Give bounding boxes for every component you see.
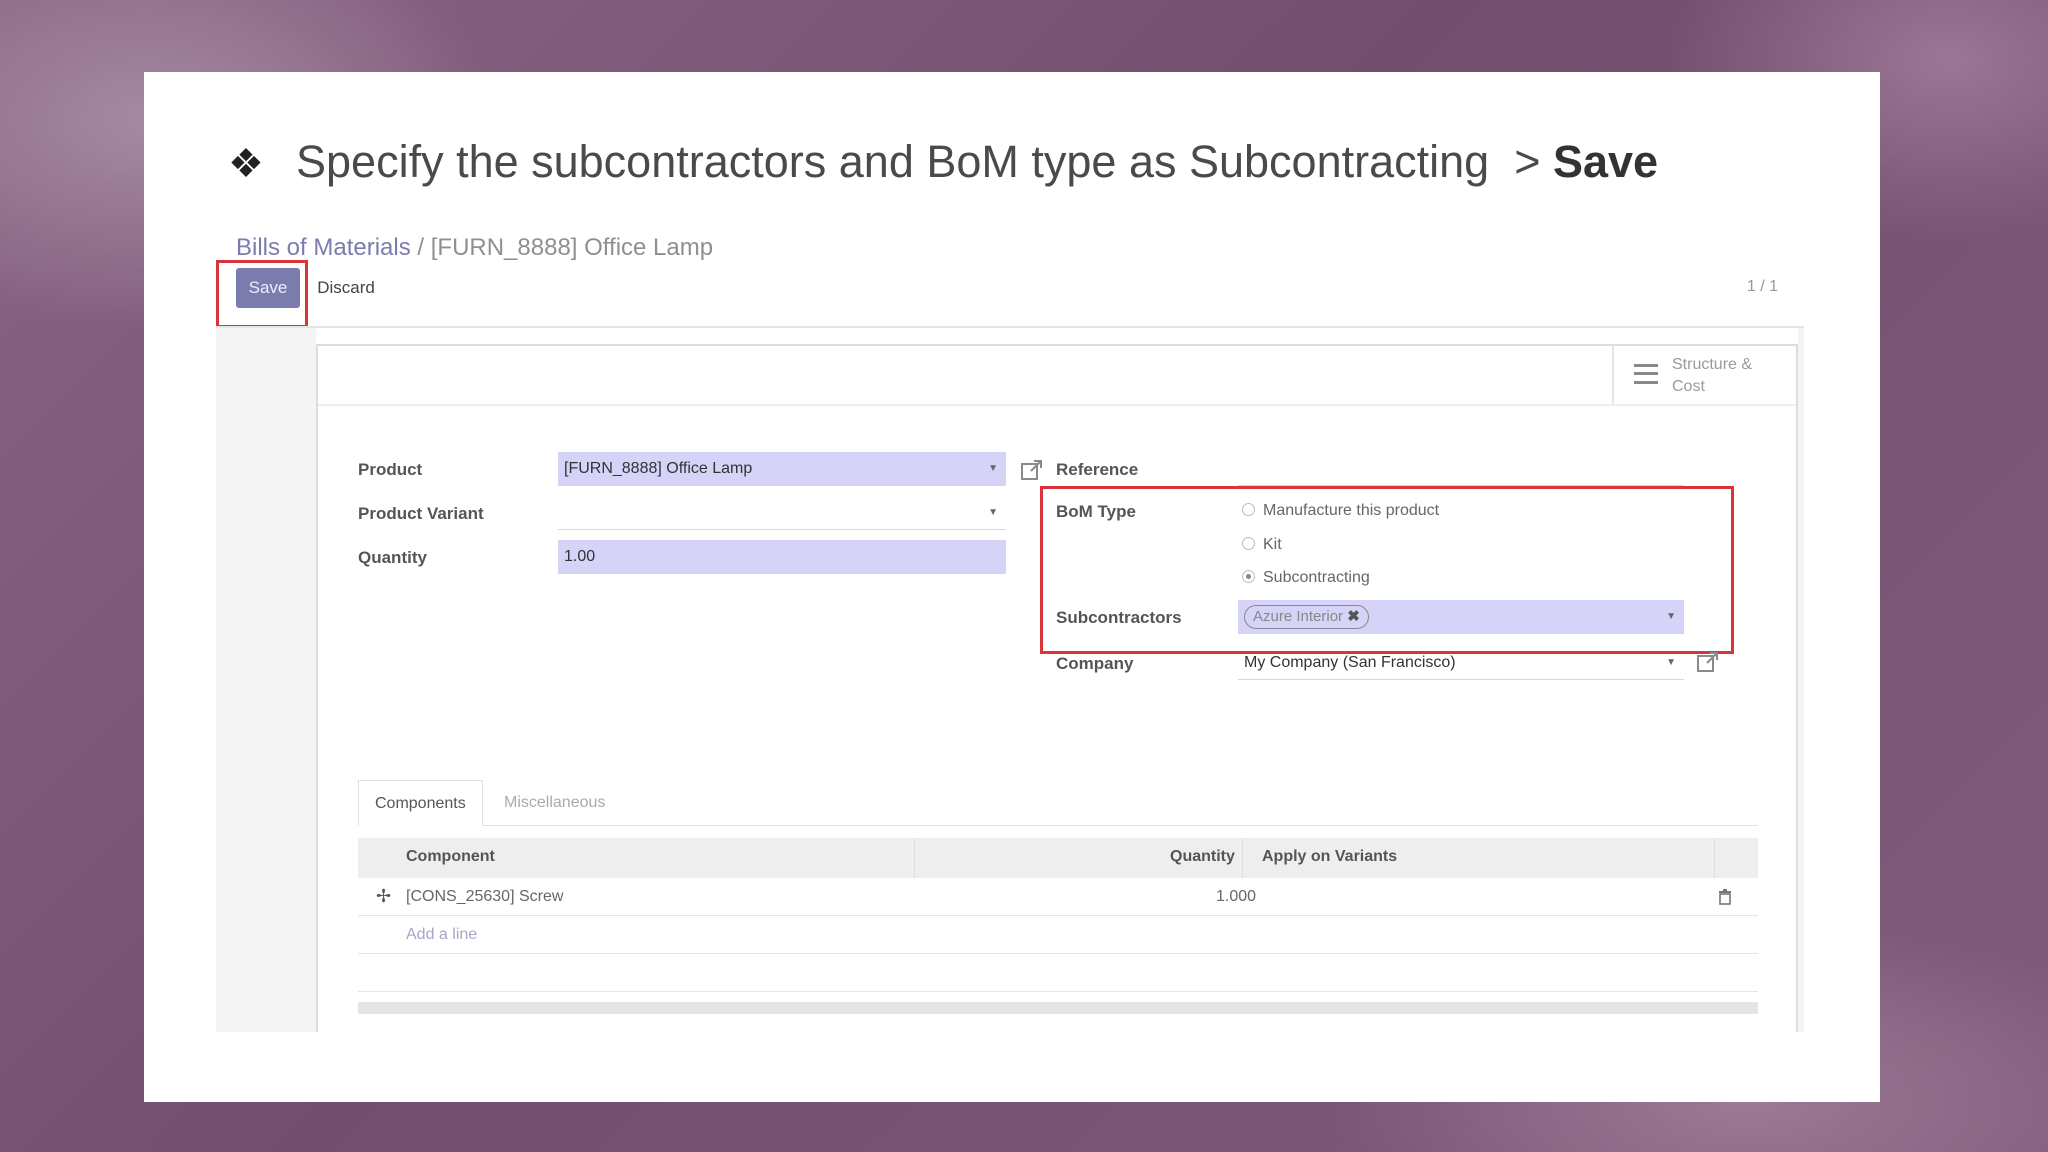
header-component[interactable]: Component (406, 848, 495, 866)
bom-highlight-box (1040, 486, 1734, 654)
button-box: Structure & Cost (318, 346, 1796, 406)
product-variant-label: Product Variant (358, 504, 484, 523)
table-row[interactable]: ✢ [CONS_25630] Screw 1.000 (358, 878, 1758, 916)
column-divider (914, 838, 915, 878)
company-field[interactable]: My Company (San Francisco) ▼ (1238, 646, 1684, 680)
tab-miscellaneous[interactable]: Miscellaneous (488, 780, 621, 826)
divider (216, 326, 1804, 328)
empty-row (358, 954, 1758, 992)
table-footer (358, 1002, 1758, 1014)
add-line-link[interactable]: Add a line (406, 926, 477, 944)
breadcrumb-current: [FURN_8888] Office Lamp (430, 234, 714, 261)
product-field[interactable]: [FURN_8888] Office Lamp ▼ (558, 452, 1006, 486)
column-divider (1714, 838, 1715, 878)
save-highlight-box (216, 260, 308, 328)
left-margin (216, 328, 316, 1032)
tab-components[interactable]: Components (358, 780, 483, 826)
table-header: Component Quantity Apply on Variants (358, 838, 1758, 878)
slide: ❖ Specify the subcontractors and BoM type… (144, 72, 1880, 1102)
external-link-icon[interactable] (1020, 458, 1044, 482)
title-text: Specify the subcontractors and BoM type … (296, 136, 1490, 187)
slide-title: ❖ Specify the subcontractors and BoM type… (228, 136, 1658, 188)
notebook-tabs: Components Miscellaneous (358, 780, 1758, 826)
right-margin (1798, 328, 1804, 1032)
component-cell[interactable]: [CONS_25630] Screw (406, 888, 563, 906)
column-divider (1242, 838, 1243, 878)
structure-cost-label-2: Cost (1672, 378, 1705, 395)
title-arrow: > (1514, 136, 1541, 187)
company-value: My Company (San Francisco) (1244, 654, 1456, 671)
external-link-icon[interactable] (1696, 650, 1720, 674)
discard-button[interactable]: Discard (304, 268, 388, 308)
reference-field[interactable] (1238, 452, 1684, 486)
breadcrumb-parent[interactable]: Bills of Materials (236, 234, 411, 261)
company-label: Company (1056, 654, 1134, 673)
bars-icon (1634, 364, 1658, 384)
add-line-row: Add a line (358, 916, 1758, 954)
drag-handle-icon[interactable]: ✢ (376, 886, 391, 907)
pager[interactable]: 1 / 1 (1747, 278, 1778, 296)
quantity-field[interactable]: 1.00 (558, 540, 1006, 574)
chevron-down-icon[interactable]: ▼ (988, 496, 998, 530)
reference-label: Reference (1056, 460, 1139, 479)
product-variant-field[interactable]: ▼ (558, 496, 1006, 530)
product-label: Product (358, 460, 423, 479)
header-apply-on-variants[interactable]: Apply on Variants (1262, 848, 1397, 866)
structure-cost-button[interactable]: Structure & Cost (1612, 346, 1796, 404)
product-value: [FURN_8888] Office Lamp (564, 460, 753, 477)
form-sheet: Structure & Cost Product [FURN_8888] Off… (316, 344, 1798, 1032)
title-bold: Save (1552, 136, 1659, 187)
breadcrumb-separator: / (417, 234, 425, 261)
structure-cost-label-1: Structure & (1672, 356, 1753, 373)
header-quantity[interactable]: Quantity (1170, 848, 1235, 866)
breadcrumb: Bills of Materials / [FURN_8888] Office … (236, 234, 713, 262)
chevron-down-icon[interactable]: ▼ (988, 452, 998, 486)
quantity-value: 1.00 (564, 548, 596, 565)
quantity-cell[interactable]: 1.000 (1216, 888, 1256, 906)
quantity-label: Quantity (358, 548, 427, 567)
odoo-screenshot: Bills of Materials / [FURN_8888] Office … (216, 222, 1804, 1032)
chevron-down-icon[interactable]: ▼ (1666, 646, 1676, 680)
trash-icon[interactable] (1718, 889, 1732, 905)
bullet-icon: ❖ (228, 142, 264, 186)
